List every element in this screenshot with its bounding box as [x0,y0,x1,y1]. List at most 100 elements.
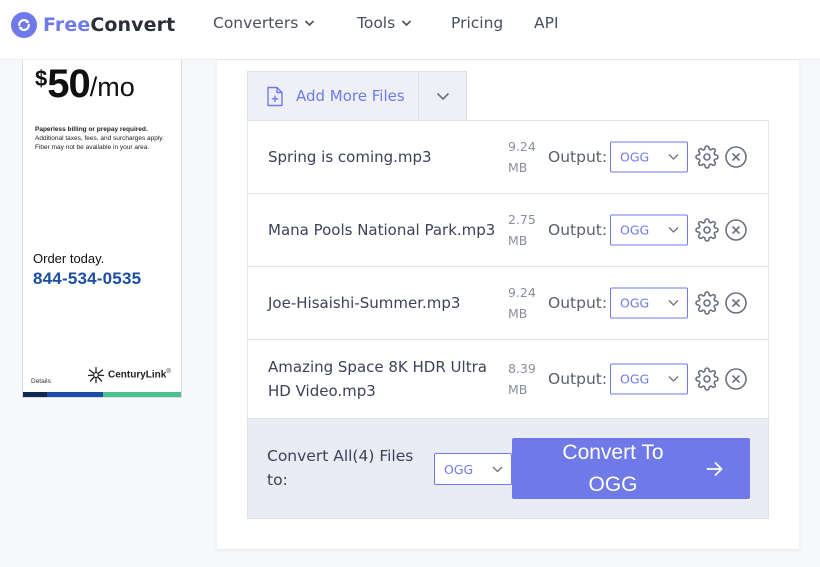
arrow-right-icon [706,461,723,476]
file-name: Amazing Space 8K HDR Ultra HD Video.mp3 [268,358,487,400]
file-size-value: 9.24 [508,285,536,300]
chevron-down-icon [305,20,315,27]
ad-stripe-navy [23,392,47,397]
nav-api-label: API [534,14,559,32]
file-row: Amazing Space 8K HDR Ultra HD Video.mp3 … [248,340,768,419]
file-size-value: 9.24 [508,139,536,154]
file-size-unit: MB [508,160,528,175]
close-circle-icon [725,219,747,241]
file-size-value: 8.39 [508,361,536,376]
ad-details-link[interactable]: Details [31,378,51,385]
file-size: 2.75 MB [508,209,544,251]
file-size-unit: MB [508,306,528,321]
output-format-select[interactable]: OGG [610,363,688,395]
ad-fine-bold: Paperless billing or prepay required. [35,126,148,133]
close-circle-icon [725,292,747,314]
ad-brand-mark: ® [166,369,171,376]
ad-price: $ 50 /mo [35,62,135,106]
file-size-value: 2.75 [508,212,536,227]
output-label: Output: [548,221,608,239]
chevron-down-icon [402,20,412,27]
file-size-unit: MB [508,233,528,248]
output-format-select[interactable]: OGG [610,287,688,319]
ad-stripe-blue [47,392,103,397]
convert-all-format-select[interactable]: OGG [434,453,512,485]
file-size: 9.24 MB [508,136,544,178]
freeconvert-logo[interactable]: FreeConvert [11,12,175,38]
remove-file-button[interactable] [723,366,749,392]
settings-gear-button[interactable] [694,290,720,316]
ad-fine-line-1: Additional taxes, fees, and surcharges a… [35,135,164,142]
output-label: Output: [548,370,608,388]
nav-converters-label: Converters [213,14,299,32]
ad-stripe-green [103,392,181,397]
add-more-files-label: Add More Files [296,87,405,105]
file-name: Spring is coming.mp3 [268,148,432,166]
nav-pricing[interactable]: Pricing [451,14,503,32]
file-row: Spring is coming.mp3 9.24 MB Output: OGG [248,121,768,194]
convert-all-bar: Convert All(4) Files to: OGG Convert To … [247,418,769,519]
convert-all-label: Convert All(4) Files to: [267,447,414,489]
output-format-value: OGG [620,222,650,238]
chevron-down-icon [668,227,679,233]
remove-file-button[interactable] [723,290,749,316]
centurylink-logo-icon [87,366,105,384]
ad-price-amount: 50 [47,62,90,106]
ad-fine-line-2: Fiber may not be available in your area. [35,144,150,151]
file-plus-icon [267,86,283,106]
convert-logo-icon [11,12,37,38]
settings-gear-button[interactable] [694,144,720,170]
file-name: Joe-Hisaishi-Summer.mp3 [268,294,461,312]
top-header: FreeConvert Converters Tools Pricing API [0,0,820,60]
nav-converters[interactable]: Converters [213,14,315,32]
chevron-down-icon [668,376,679,382]
brand-name: FreeConvert [43,14,175,36]
ad-price-dollar: $ [35,66,48,91]
ad-phone-number[interactable]: 844-534-0535 [33,269,141,289]
output-format-value: OGG [620,295,650,311]
chevron-down-icon [492,466,503,472]
chevron-down-icon [668,300,679,306]
nav-tools[interactable]: Tools [357,14,412,32]
chevron-down-icon [668,154,679,160]
ad-price-per: /mo [89,72,135,102]
ad-fine-print: Paperless billing or prepay required. Ad… [35,125,175,152]
output-format-select[interactable]: OGG [610,141,688,173]
file-name: Mana Pools National Park.mp3 [268,221,496,239]
convert-button-label: Convert To OGG [562,440,664,496]
settings-gear-button[interactable] [694,366,720,392]
convert-button[interactable]: Convert To OGG [512,438,750,499]
brand-free: Free [43,14,91,36]
add-more-files-button[interactable]: Add More Files [248,72,418,120]
settings-gear-button[interactable] [694,217,720,243]
close-circle-icon [725,146,747,168]
ad-order-text: Order today. [33,251,105,266]
remove-file-button[interactable] [723,144,749,170]
add-files-dropdown-button[interactable] [418,72,466,120]
output-label: Output: [548,148,608,166]
brand-convert: Convert [90,14,176,36]
remove-file-button[interactable] [723,217,749,243]
file-row: Joe-Hisaishi-Summer.mp3 9.24 MB Output: O… [248,267,768,340]
output-label: Output: [548,294,608,312]
gear-icon [695,291,719,315]
file-size-unit: MB [508,382,528,397]
ad-brand-name: CenturyLink [108,369,167,381]
gear-icon [695,218,719,242]
file-list: Spring is coming.mp3 9.24 MB Output: OGG … [247,120,769,419]
nav-tools-label: Tools [357,14,396,32]
nav-api[interactable]: API [534,14,559,32]
convert-all-format-value: OGG [444,461,474,477]
output-format-select[interactable]: OGG [610,214,688,246]
output-format-value: OGG [620,149,650,165]
chevron-down-icon [436,92,449,100]
advertisement-banner[interactable]: $ 50 /mo Paperless billing or prepay req… [22,60,182,398]
add-files-bar: Add More Files [247,71,467,121]
nav-pricing-label: Pricing [451,14,504,32]
file-size: 9.24 MB [508,282,544,324]
file-size: 8.39 MB [508,358,544,400]
gear-icon [695,145,719,169]
file-row: Mana Pools National Park.mp3 2.75 MB Outp… [248,194,768,267]
close-circle-icon [725,368,747,390]
output-format-value: OGG [620,371,650,387]
